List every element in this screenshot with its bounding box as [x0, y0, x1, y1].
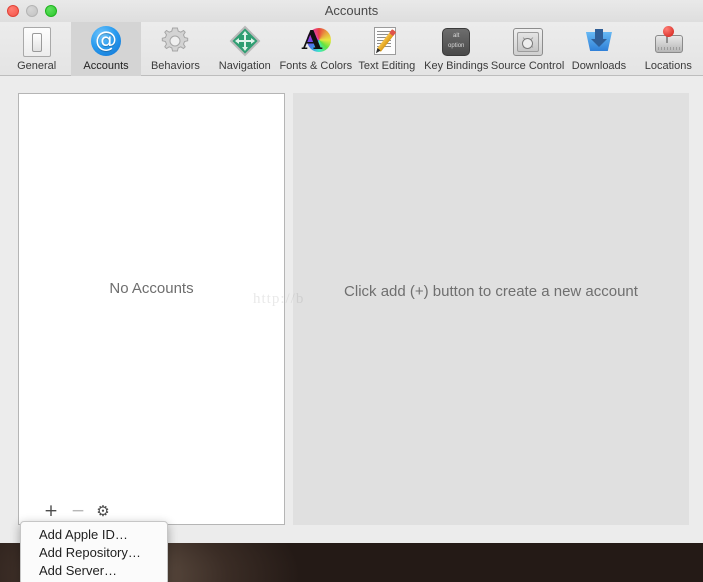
disk-pin-icon	[652, 25, 684, 57]
screen: Accounts General @ Accounts Behaviors Na…	[0, 0, 703, 582]
toolbar-label-locations: Locations	[644, 60, 692, 72]
toolbar-label-accounts: Accounts	[83, 60, 129, 72]
toolbar-label-key-bindings: Key Bindings	[424, 60, 489, 72]
menu-item-add-server[interactable]: Add Server…	[21, 562, 167, 580]
toolbar-label-text-editing: Text Editing	[358, 60, 416, 72]
toolbar-item-accounts[interactable]: @ Accounts	[71, 22, 141, 76]
menu-item-add-repository[interactable]: Add Repository…	[21, 544, 167, 562]
account-detail-panel: Click add (+) button to create a new acc…	[293, 93, 689, 525]
window-title: Accounts	[324, 3, 379, 18]
gear-icon	[159, 25, 191, 57]
toolbar-label-source-control: Source Control	[490, 60, 565, 72]
toolbar-label-navigation: Navigation	[218, 60, 271, 72]
add-account-button[interactable]: +	[40, 500, 62, 522]
preferences-window: Accounts General @ Accounts Behaviors Na…	[0, 0, 703, 543]
safe-icon	[512, 25, 544, 57]
at-sign-icon: @	[90, 25, 122, 57]
no-accounts-label: No Accounts	[109, 280, 194, 297]
device-icon	[21, 25, 53, 57]
window-titlebar: Accounts	[0, 0, 703, 22]
preferences-toolbar: General @ Accounts Behaviors Navigation …	[0, 22, 703, 76]
font-colorwheel-icon: A	[300, 25, 332, 57]
accounts-list-panel[interactable]: No Accounts	[18, 93, 285, 525]
toolbar-label-behaviors: Behaviors	[150, 60, 200, 72]
add-account-menu[interactable]: Add Apple ID… Add Repository… Add Server…	[20, 521, 168, 582]
keycap-top-label: alt	[453, 33, 460, 39]
menu-item-add-apple-id[interactable]: Add Apple ID…	[21, 526, 167, 544]
toolbar-item-downloads[interactable]: Downloads	[564, 22, 633, 76]
keycap-bottom-label: option	[448, 43, 465, 49]
move-diamond-icon	[229, 25, 261, 57]
toolbar-item-general[interactable]: General	[2, 22, 71, 76]
toolbar-label-downloads: Downloads	[571, 60, 627, 72]
toolbar-item-text-editing[interactable]: Text Editing	[352, 22, 421, 76]
keycap-icon: alt option	[440, 25, 472, 57]
toolbar-item-key-bindings[interactable]: alt option Key Bindings	[422, 22, 491, 76]
accounts-button-bar: + − ⚙	[18, 500, 285, 522]
detail-hint-label: Click add (+) button to create a new acc…	[344, 283, 638, 300]
font-letter-glyph: A	[301, 26, 322, 56]
toolbar-item-source-control[interactable]: Source Control	[491, 22, 564, 76]
toolbar-label-general: General	[17, 60, 57, 72]
toolbar-item-fonts-colors[interactable]: A Fonts & Colors	[279, 22, 352, 76]
download-tray-icon	[583, 25, 615, 57]
at-sign-glyph: @	[91, 26, 122, 56]
toolbar-item-locations[interactable]: Locations	[634, 22, 703, 76]
toolbar-item-behaviors[interactable]: Behaviors	[141, 22, 210, 76]
pencil-page-icon	[371, 25, 403, 57]
toolbar-label-fonts-colors: Fonts & Colors	[279, 60, 353, 72]
gear-icon[interactable]: ⚙	[92, 500, 114, 522]
remove-account-button[interactable]: −	[67, 500, 89, 522]
toolbar-item-navigation[interactable]: Navigation	[210, 22, 279, 76]
